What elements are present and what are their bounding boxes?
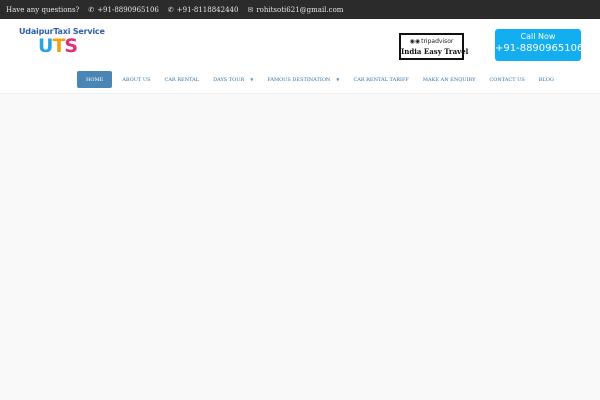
nav-label: MAKE AN ENQUIRY: [422, 76, 476, 83]
phone-link-2[interactable]: ✆ +91-8118842440: [168, 6, 239, 14]
nav-label: ABOUT US: [122, 76, 151, 83]
page-content-area: [0, 95, 600, 400]
nav-label: CAR RENTAL: [164, 76, 200, 83]
chevron-down-icon: ▼: [250, 77, 254, 82]
questions-label: Have any questions?: [6, 5, 80, 14]
nav-item-about-us[interactable]: ABOUT US: [122, 71, 150, 88]
call-now-button[interactable]: Call Now +91-8890965106: [495, 29, 584, 61]
envelope-icon: ✉: [247, 5, 254, 14]
phone-link-1[interactable]: ✆ +91-8890965106: [88, 6, 159, 14]
nav-label: HOME: [86, 76, 104, 83]
nav-label: DAYS TOUR: [213, 76, 245, 83]
nav-item-car-rental[interactable]: CAR RENTAL: [165, 71, 200, 88]
logo-letter-s: S: [64, 35, 78, 57]
nav-item-days-tour[interactable]: DAYS TOUR ▼: [213, 71, 253, 88]
tripadvisor-brand: ◉◉tripadvisor: [401, 38, 462, 45]
nav-label: FAMOUS DESTINATION: [267, 76, 331, 83]
phone-number-1[interactable]: +91-8890965106: [97, 6, 159, 14]
nav-item-make-an-enquiry[interactable]: MAKE AN ENQUIRY: [423, 71, 476, 88]
email-link[interactable]: ✉ rohitsoti621@gmail.com: [247, 6, 343, 14]
nav-item-blog[interactable]: BLOG: [539, 71, 554, 88]
call-now-number: +91-8890965106: [495, 43, 584, 54]
phone-icon: ✆: [88, 5, 95, 14]
tripadvisor-badge[interactable]: ◉◉tripadvisor India Easy Travel: [399, 33, 469, 60]
nav-item-home[interactable]: HOME: [77, 71, 113, 88]
nav-label: BLOG: [538, 76, 554, 83]
phone-icon: ✆: [167, 5, 174, 14]
tripadvisor-label: tripadvisor: [421, 38, 454, 45]
chevron-down-icon: ▼: [336, 77, 340, 82]
nav-label: CAR RENTAL TARIFF: [353, 76, 409, 83]
phone-number-2[interactable]: +91-8118842440: [177, 6, 239, 14]
nav-label: CONTACT US: [489, 76, 525, 83]
nav-item-car-rental-tariff[interactable]: CAR RENTAL TARIFF: [353, 71, 409, 88]
call-now-label: Call Now: [520, 32, 556, 41]
email-address[interactable]: rohitsoti621@gmail.com: [256, 6, 343, 14]
site-logo[interactable]: UdaipurTaxi Service UTS: [19, 27, 105, 59]
main-nav: HOME ABOUT US CAR RENTAL DAYS TOUR ▼ FAM…: [77, 71, 568, 88]
site-header: UdaipurTaxi Service UTS ◉◉tripadvisor In…: [0, 19, 600, 94]
nav-item-contact-us[interactable]: CONTACT US: [489, 71, 524, 88]
logo-letter-t: T: [52, 35, 65, 57]
questions-text: Have any questions?: [6, 6, 79, 14]
top-info-bar: Have any questions? ✆ +91-8890965106 ✆ +…: [0, 0, 600, 19]
logo-mark: UTS: [38, 35, 78, 57]
tripadvisor-business-name: India Easy Travel: [401, 47, 469, 56]
logo-letter-u: U: [38, 35, 53, 57]
nav-item-famous-destination[interactable]: FAMOUS DESTINATION ▼: [267, 71, 339, 88]
owl-icon: ◉◉: [409, 38, 421, 45]
